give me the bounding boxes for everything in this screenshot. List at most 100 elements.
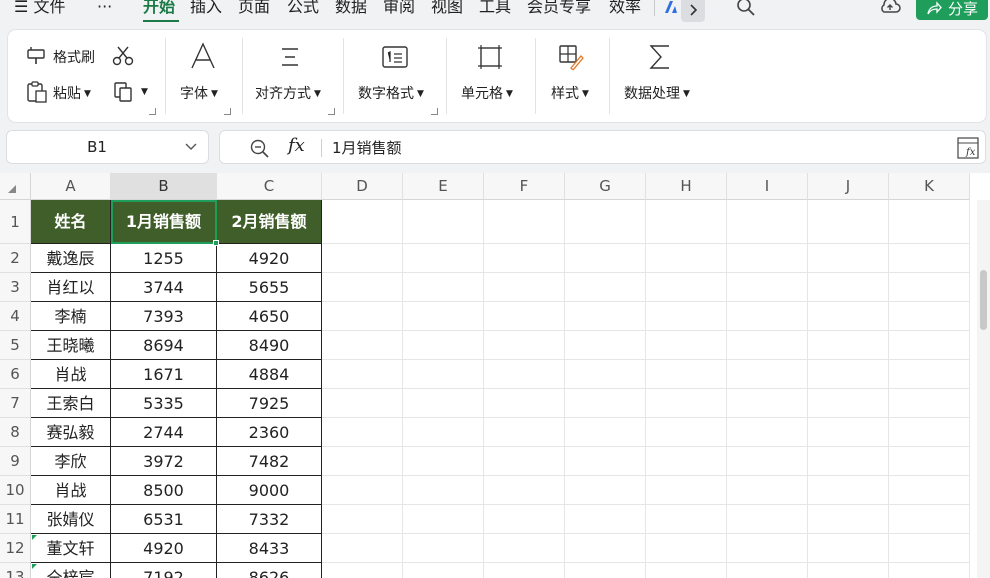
table-cell[interactable]: 7393 bbox=[111, 302, 217, 331]
dialog-launcher-icon[interactable] bbox=[328, 108, 335, 115]
cell[interactable] bbox=[403, 331, 484, 360]
cell[interactable] bbox=[646, 200, 727, 244]
row-header-12[interactable]: 12 bbox=[0, 534, 31, 563]
styles-button[interactable]: 样式 ▼ bbox=[551, 83, 589, 103]
table-cell[interactable]: 肖红以 bbox=[31, 273, 111, 302]
cell[interactable] bbox=[727, 505, 808, 534]
cells-button[interactable]: 单元格 ▼ bbox=[461, 83, 513, 103]
cell[interactable] bbox=[808, 331, 889, 360]
cell[interactable] bbox=[646, 244, 727, 273]
column-header-k[interactable]: K bbox=[889, 173, 970, 200]
table-cell[interactable]: 5335 bbox=[111, 389, 217, 418]
cell[interactable] bbox=[889, 331, 970, 360]
row-header-13[interactable]: 13 bbox=[0, 563, 31, 578]
table-cell[interactable]: 赛弘毅 bbox=[31, 418, 111, 447]
fill-handle[interactable] bbox=[213, 240, 219, 246]
table-cell[interactable]: 8626 bbox=[217, 563, 322, 578]
cell[interactable] bbox=[727, 331, 808, 360]
cell[interactable] bbox=[727, 534, 808, 563]
cell[interactable] bbox=[322, 418, 403, 447]
column-header-f[interactable]: F bbox=[484, 173, 565, 200]
row-header-10[interactable]: 10 bbox=[0, 476, 31, 505]
cell[interactable] bbox=[322, 389, 403, 418]
table-cell[interactable]: 9000 bbox=[217, 476, 322, 505]
tab-tools[interactable]: 工具 bbox=[479, 0, 511, 18]
table-cell[interactable]: 2360 bbox=[217, 418, 322, 447]
formula-input[interactable]: 1月销售额 bbox=[332, 137, 402, 158]
cell[interactable] bbox=[646, 302, 727, 331]
cell[interactable] bbox=[646, 563, 727, 578]
row-header-2[interactable]: 2 bbox=[0, 244, 31, 273]
number-format-button[interactable]: 数字格式 ▼ bbox=[358, 83, 424, 103]
cell[interactable] bbox=[727, 389, 808, 418]
error-indicator-icon[interactable] bbox=[32, 564, 37, 569]
tab-insert[interactable]: 插入 bbox=[190, 0, 222, 18]
table-cell[interactable]: 8500 bbox=[111, 476, 217, 505]
cell[interactable] bbox=[808, 447, 889, 476]
cell[interactable] bbox=[484, 302, 565, 331]
share-button[interactable]: 分享 bbox=[916, 0, 988, 20]
table-cell[interactable]: 仝梓宸 bbox=[31, 563, 111, 578]
cell[interactable] bbox=[646, 447, 727, 476]
cell[interactable] bbox=[889, 534, 970, 563]
error-indicator-icon[interactable] bbox=[32, 535, 37, 540]
table-cell[interactable]: 4920 bbox=[217, 244, 322, 273]
cell[interactable] bbox=[403, 476, 484, 505]
column-header-b[interactable]: B bbox=[111, 173, 217, 200]
cell[interactable] bbox=[808, 360, 889, 389]
row-header-5[interactable]: 5 bbox=[0, 331, 31, 360]
cell[interactable] bbox=[808, 273, 889, 302]
insert-function-button[interactable]: fx bbox=[288, 135, 305, 156]
cell[interactable] bbox=[646, 505, 727, 534]
column-header-i[interactable]: I bbox=[727, 173, 808, 200]
cell[interactable] bbox=[403, 302, 484, 331]
table-cell[interactable]: 肖战 bbox=[31, 360, 111, 389]
column-header-e[interactable]: E bbox=[403, 173, 484, 200]
cell[interactable] bbox=[322, 447, 403, 476]
cell[interactable] bbox=[646, 360, 727, 389]
cell[interactable] bbox=[889, 476, 970, 505]
tab-review[interactable]: 审阅 bbox=[383, 0, 415, 18]
table-cell[interactable]: 1671 bbox=[111, 360, 217, 389]
table-cell[interactable]: 7482 bbox=[217, 447, 322, 476]
tab-view[interactable]: 视图 bbox=[431, 0, 463, 18]
cell[interactable] bbox=[889, 505, 970, 534]
cell[interactable] bbox=[808, 244, 889, 273]
cell[interactable] bbox=[889, 418, 970, 447]
cell[interactable] bbox=[484, 563, 565, 578]
function-wizard-icon[interactable]: fx bbox=[957, 137, 979, 159]
cell[interactable] bbox=[646, 331, 727, 360]
cell[interactable] bbox=[889, 360, 970, 389]
cell[interactable] bbox=[808, 505, 889, 534]
cell[interactable] bbox=[727, 273, 808, 302]
column-header-d[interactable]: D bbox=[322, 173, 403, 200]
table-cell[interactable]: 4920 bbox=[111, 534, 217, 563]
cell[interactable] bbox=[889, 244, 970, 273]
cell[interactable] bbox=[322, 244, 403, 273]
cell[interactable] bbox=[646, 273, 727, 302]
cloud-upload-icon[interactable] bbox=[878, 0, 902, 17]
tab-formula[interactable]: 公式 bbox=[287, 0, 319, 18]
alignment-button[interactable]: 对齐方式 ▼ bbox=[255, 83, 321, 103]
table-cell[interactable]: 6531 bbox=[111, 505, 217, 534]
dialog-launcher-icon[interactable] bbox=[224, 108, 231, 115]
zoom-icon[interactable] bbox=[250, 139, 270, 159]
table-cell[interactable]: 戴逸辰 bbox=[31, 244, 111, 273]
row-header-7[interactable]: 7 bbox=[0, 389, 31, 418]
cell[interactable] bbox=[565, 273, 646, 302]
cell[interactable] bbox=[322, 534, 403, 563]
cell[interactable] bbox=[484, 389, 565, 418]
cell[interactable] bbox=[565, 360, 646, 389]
cell[interactable] bbox=[565, 505, 646, 534]
cell[interactable] bbox=[322, 476, 403, 505]
column-header-a[interactable]: A bbox=[31, 173, 111, 200]
table-cell[interactable]: 3744 bbox=[111, 273, 217, 302]
cell[interactable] bbox=[727, 563, 808, 578]
cell[interactable] bbox=[322, 505, 403, 534]
cell[interactable] bbox=[403, 447, 484, 476]
row-header-1[interactable]: 1 bbox=[0, 200, 31, 244]
cell[interactable] bbox=[322, 360, 403, 389]
row-header-6[interactable]: 6 bbox=[0, 360, 31, 389]
cell[interactable] bbox=[808, 302, 889, 331]
cell[interactable] bbox=[565, 534, 646, 563]
